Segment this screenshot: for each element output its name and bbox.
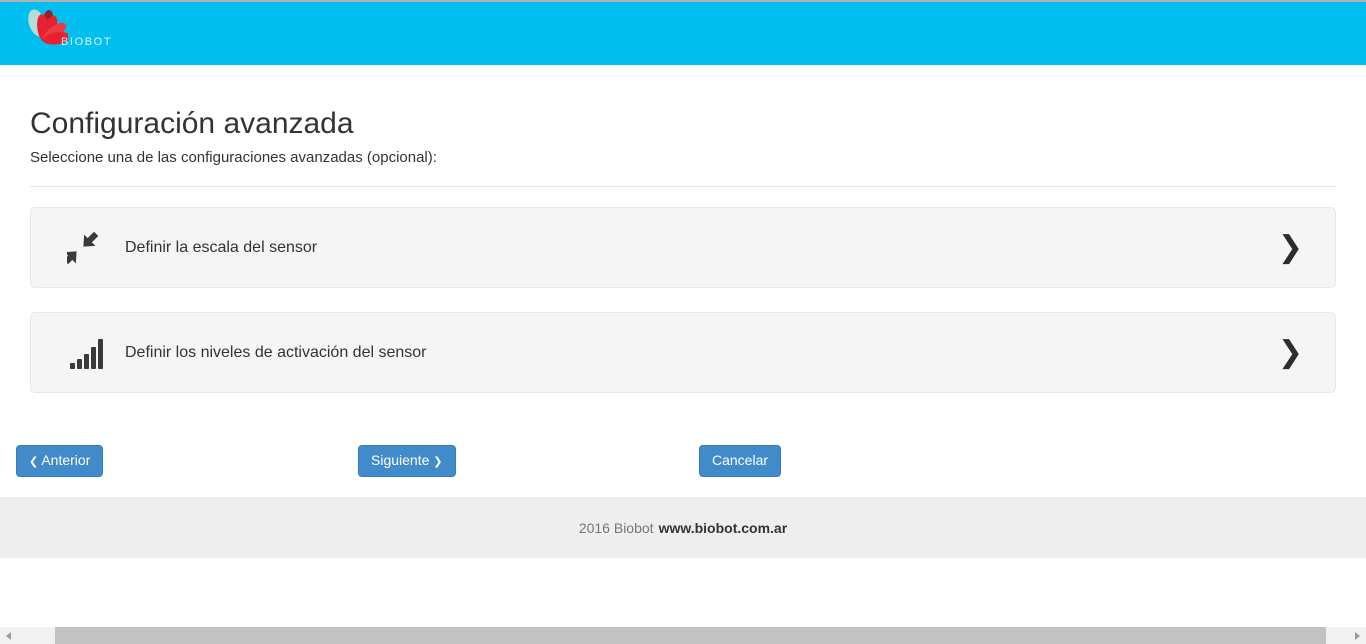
cancel-button-label: Cancelar — [712, 452, 768, 468]
navigation-buttons-row: ❮ Anterior Siguiente ❯ Cancelar — [0, 445, 1366, 476]
biobot-logo-icon — [24, 6, 68, 64]
signal-bars-icon — [65, 337, 109, 369]
option-label: Definir los niveles de activación del se… — [125, 344, 426, 362]
app-footer: 2016 Biobot www.biobot.com.ar — [0, 497, 1366, 558]
option-define-activation-levels[interactable]: Definir los niveles de activación del se… — [30, 312, 1336, 393]
footer-link[interactable]: www.biobot.com.ar — [659, 520, 788, 536]
chevron-left-icon: ❮ — [29, 455, 38, 468]
chevron-right-icon: ❯ — [1278, 338, 1303, 368]
chevron-right-icon: ❯ — [433, 455, 442, 468]
horizontal-scrollbar[interactable] — [0, 627, 1366, 644]
option-label: Definir la escala del sensor — [125, 239, 317, 257]
app-header: BIOBOT — [0, 2, 1366, 65]
page-title: Configuración avanzada — [30, 108, 1336, 140]
triangle-left-icon — [6, 632, 11, 640]
divider — [30, 186, 1336, 187]
scrollbar-right-arrow[interactable] — [1349, 627, 1366, 644]
compress-arrows-icon — [65, 230, 109, 266]
page-subtitle: Seleccione una de las configuraciones av… — [30, 149, 1336, 166]
option-define-sensor-scale[interactable]: Definir la escala del sensor ❯ — [30, 207, 1336, 288]
scrollbar-left-arrow[interactable] — [0, 627, 17, 644]
next-button[interactable]: Siguiente ❯ — [358, 445, 456, 477]
footer-copyright-text: 2016 Biobot — [579, 520, 654, 536]
previous-button[interactable]: ❮ Anterior — [16, 445, 103, 477]
brand-name: BIOBOT — [61, 36, 112, 48]
next-button-label: Siguiente — [371, 452, 429, 468]
cancel-button[interactable]: Cancelar — [699, 445, 781, 477]
scrollbar-thumb[interactable] — [55, 627, 1326, 644]
triangle-right-icon — [1355, 632, 1360, 640]
main-content: Configuración avanzada Seleccione una de… — [0, 108, 1366, 393]
previous-button-label: Anterior — [41, 452, 90, 468]
chevron-right-icon: ❯ — [1278, 233, 1303, 263]
